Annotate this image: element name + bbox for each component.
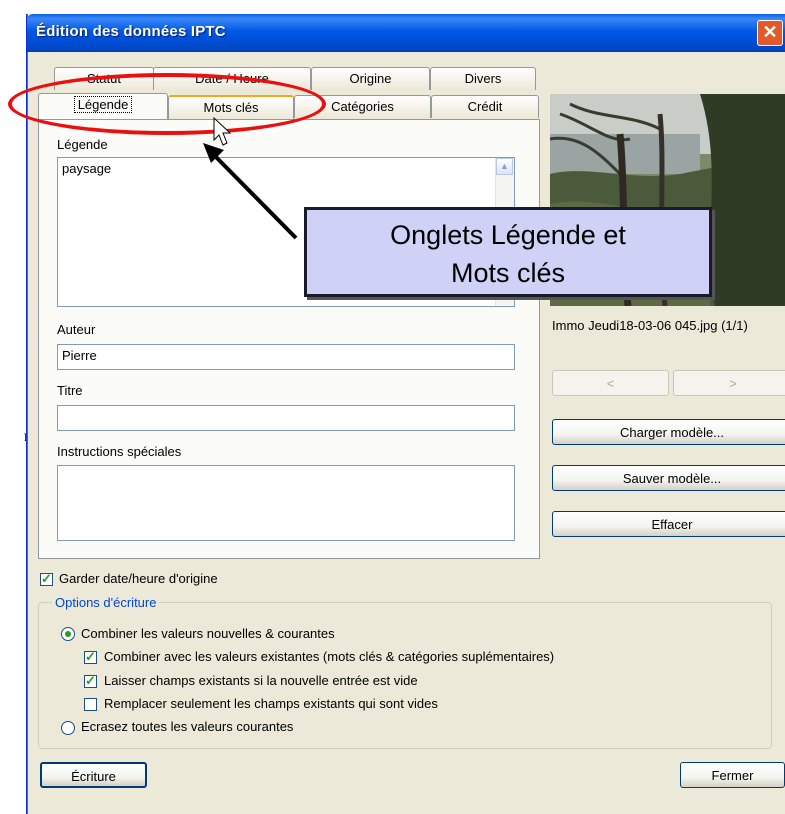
callout-line-1: Onglets Légende et <box>390 220 626 250</box>
annotation-arrow <box>203 116 298 240</box>
callout-line-2: Mots clés <box>450 258 566 288</box>
annotation-callout: Onglets Légende et Mots clés <box>304 207 712 297</box>
